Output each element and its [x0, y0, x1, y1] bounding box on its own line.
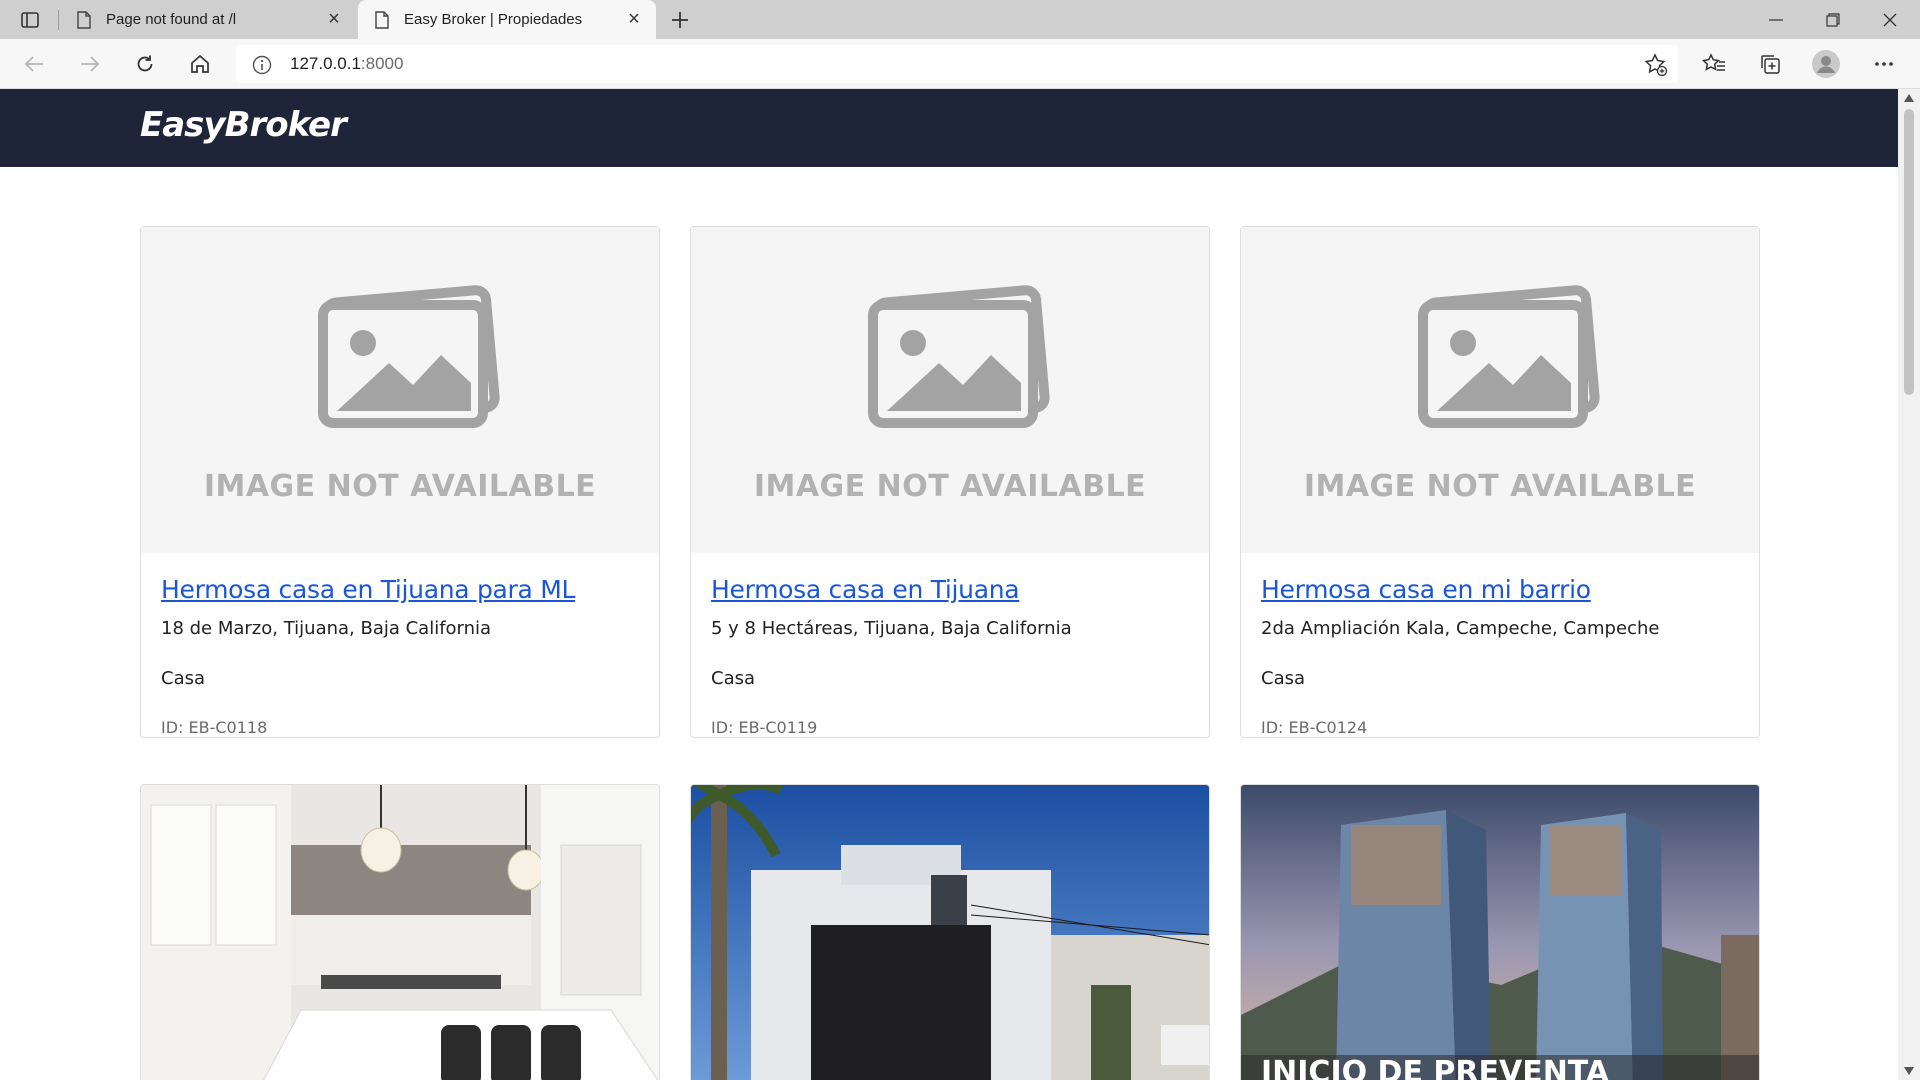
card-body: Hermosa casa en Tijuana para ML 18 de Ma… — [141, 553, 659, 737]
close-tab-icon[interactable]: × — [624, 8, 644, 30]
property-type: Casa — [711, 668, 756, 689]
tab-actions-icon[interactable] — [12, 6, 48, 34]
image-not-available-placeholder: IMAGE NOT AVAILABLE — [141, 227, 659, 553]
url-port: :8000 — [360, 54, 404, 73]
site-header: EasyBroker — [0, 89, 1898, 167]
new-tab-icon[interactable] — [664, 4, 696, 36]
tab-title: Easy Broker | Propiedades — [404, 11, 583, 28]
profile-avatar-icon[interactable] — [1808, 46, 1844, 82]
kitchen-photo — [141, 785, 659, 1080]
minimize-icon[interactable] — [1748, 0, 1804, 39]
tab-divider — [58, 10, 59, 30]
property-photo-towers[interactable]: INICIO DE PREVENTA — [1240, 784, 1760, 1080]
page-icon — [77, 10, 91, 29]
image-placeholder-icon — [318, 285, 500, 428]
favorites-icon[interactable] — [1696, 46, 1732, 82]
property-card: IMAGE NOT AVAILABLE Hermosa casa en mi b… — [1240, 226, 1760, 738]
property-card: IMAGE NOT AVAILABLE Hermosa casa en Tiju… — [140, 226, 660, 738]
presale-overlay-text: INICIO DE PREVENTA — [1261, 1055, 1610, 1080]
property-type: Casa — [1261, 668, 1306, 689]
towers-render-photo: INICIO DE PREVENTA — [1241, 785, 1759, 1080]
image-placeholder-icon — [868, 285, 1050, 428]
house-facade-photo — [691, 785, 1209, 1080]
property-photo-house[interactable] — [690, 784, 1210, 1080]
browser-toolbar: 127.0.0.1:8000 — [0, 39, 1920, 89]
browser-tab-1[interactable]: Page not found at /l × — [60, 0, 356, 39]
property-title-link[interactable]: Hermosa casa en Tijuana — [711, 575, 1189, 604]
property-location: 2da Ampliación Kala, Campeche, Campeche — [1261, 618, 1660, 639]
address-bar[interactable]: 127.0.0.1:8000 — [236, 45, 1678, 83]
image-not-available-text: IMAGE NOT AVAILABLE — [1303, 469, 1697, 504]
property-photo-kitchen[interactable] — [140, 784, 660, 1080]
property-location: 5 y 8 Hectáreas, Tijuana, Baja Californi… — [711, 618, 1072, 639]
back-icon[interactable] — [16, 46, 52, 82]
home-icon[interactable] — [182, 46, 218, 82]
more-menu-icon[interactable] — [1866, 46, 1902, 82]
browser-tab-strip: Page not found at /l × Easy Broker | Pro… — [0, 0, 1920, 39]
card-body: Hermosa casa en mi barrio 2da Ampliación… — [1241, 553, 1759, 737]
forward-icon[interactable] — [72, 46, 108, 82]
restore-icon[interactable] — [1805, 0, 1861, 39]
browser-tab-2[interactable]: Easy Broker | Propiedades × — [358, 0, 656, 39]
scroll-up-icon[interactable] — [1903, 93, 1915, 103]
page-viewport: EasyBroker IMAGE NOT AVAILABLE Hermosa c… — [0, 89, 1898, 1080]
card-body: Hermosa casa en Tijuana 5 y 8 Hectáreas,… — [691, 553, 1209, 737]
property-id: ID: EB-C0118 — [161, 718, 268, 737]
image-not-available-placeholder: IMAGE NOT AVAILABLE — [691, 227, 1209, 553]
collections-icon[interactable] — [1752, 46, 1788, 82]
property-card: IMAGE NOT AVAILABLE Hermosa casa en Tiju… — [690, 226, 1210, 738]
image-not-available-placeholder: IMAGE NOT AVAILABLE — [1241, 227, 1759, 553]
property-id: ID: EB-C0119 — [711, 718, 818, 737]
property-location: 18 de Marzo, Tijuana, Baja California — [161, 618, 492, 639]
tab-title: Page not found at /l — [106, 11, 237, 28]
image-not-available-text: IMAGE NOT AVAILABLE — [753, 469, 1147, 504]
url-host: 127.0.0.1 — [290, 54, 361, 73]
close-tab-icon[interactable]: × — [324, 8, 344, 30]
image-not-available-text: IMAGE NOT AVAILABLE — [203, 469, 597, 504]
site-logo[interactable]: EasyBroker — [140, 105, 347, 145]
property-title-link[interactable]: Hermosa casa en Tijuana para ML — [161, 575, 639, 604]
property-title-link[interactable]: Hermosa casa en mi barrio — [1261, 575, 1739, 604]
scrollbar-thumb[interactable] — [1904, 109, 1914, 395]
info-icon[interactable] — [252, 55, 272, 75]
property-id: ID: EB-C0124 — [1261, 718, 1368, 737]
property-type: Casa — [161, 668, 206, 689]
scroll-down-icon[interactable] — [1903, 1066, 1915, 1076]
add-favorite-icon[interactable] — [1644, 53, 1668, 77]
url-text: 127.0.0.1:8000 — [290, 54, 403, 74]
refresh-icon[interactable] — [127, 46, 163, 82]
close-window-icon[interactable] — [1862, 0, 1918, 39]
page-scrollbar[interactable] — [1898, 89, 1920, 1080]
image-placeholder-icon — [1418, 285, 1600, 428]
page-icon — [375, 10, 389, 29]
